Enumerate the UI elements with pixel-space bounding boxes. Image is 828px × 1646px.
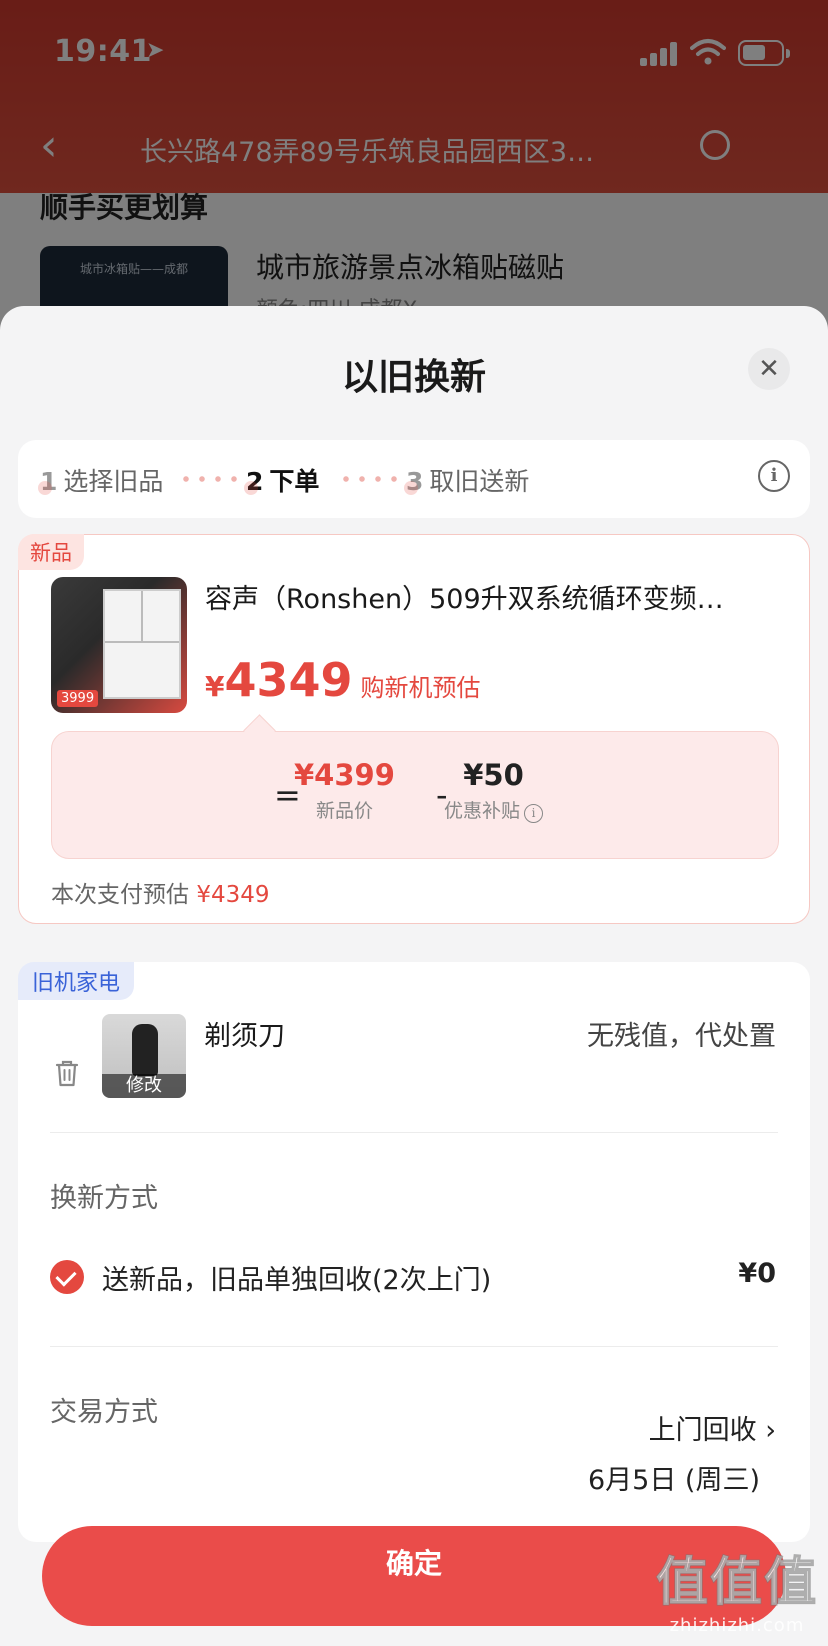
new-product-tag: 新品 (18, 534, 84, 570)
old-appliance-image[interactable]: 修改 (102, 1014, 186, 1098)
watermark: 值值值 zhizhizhi.com (655, 1540, 818, 1636)
new-product-card: 新品 3999 容声（Ronshen）509升双系统循环变频… ¥4349 购新机… (18, 534, 810, 924)
price-label: 购新机预估 (360, 674, 481, 702)
subsidy-value: ¥50 (463, 758, 524, 792)
step-3: 3 取旧送新 (406, 467, 530, 496)
new-product-price: ¥4349 购新机预估 (205, 653, 481, 707)
info-icon[interactable]: i (758, 460, 790, 492)
old-appliance-value: 无残值，代处置 (587, 1021, 776, 1052)
edit-button[interactable]: 修改 (102, 1074, 186, 1098)
currency-symbol: ¥ (205, 670, 225, 703)
old-appliance-card: 旧机家电 修改 剃须刀 无残值，代处置 换新方式 送新品，旧品单独回收(2次上门… (18, 962, 810, 1542)
old-appliance-tag: 旧机家电 (18, 962, 135, 1000)
step-indicator: 1 选择旧品 2 下单 3 取旧送新 i (18, 440, 810, 518)
step-dots (338, 476, 402, 482)
exchange-option[interactable]: 送新品，旧品单独回收(2次上门) (102, 1258, 491, 1297)
new-price-item: ¥4399 新品价 (294, 758, 395, 823)
trade-date[interactable]: 6月5日 (周三) (588, 1458, 760, 1497)
step-1: 1 选择旧品 (40, 467, 164, 496)
trash-icon[interactable] (54, 1058, 80, 1088)
divider (50, 1346, 778, 1347)
divider (50, 1132, 778, 1133)
trade-method-selector[interactable]: 上门回收 › (649, 1408, 776, 1447)
old-appliance-name: 剃须刀 (204, 1021, 285, 1052)
payment-estimate-amount: ¥4349 (196, 882, 270, 908)
subsidy-item: ¥50 优惠补贴 i (444, 758, 544, 823)
payment-estimate-label: 本次支付预估 (51, 882, 189, 908)
price-breakdown: = ¥4399 新品价 - ¥50 优惠补贴 i (51, 731, 779, 859)
image-price-tag: 3999 (57, 690, 99, 707)
new-product-image[interactable]: 3999 (51, 577, 187, 713)
fridge-image (103, 589, 181, 699)
subsidy-label-row[interactable]: 优惠补贴 i (444, 796, 544, 823)
step-label: 取旧送新 (429, 467, 530, 496)
sheet-title: 以旧换新 (341, 357, 486, 398)
step-2: 2 下单 (246, 467, 320, 496)
exchange-method-label: 换新方式 (50, 1183, 158, 1214)
new-product-name[interactable]: 容声（Ronshen）509升双系统循环变频… (205, 577, 785, 616)
step-dots (178, 476, 242, 482)
step-label: 选择旧品 (63, 467, 164, 496)
watermark-logo: 值值值 (655, 1552, 818, 1614)
subsidy-label: 优惠补贴 (444, 800, 521, 822)
check-icon[interactable] (50, 1260, 84, 1294)
watermark-url: zhizhizhi.com (669, 1615, 805, 1636)
price-value: 4349 (224, 653, 353, 707)
trade-in-sheet: 以旧换新 ✕ 1 选择旧品 2 下单 3 取旧送新 i 新品 3999 容声（Rons… (0, 306, 828, 1646)
step-label: 下单 (269, 467, 320, 496)
shaver-image (132, 1024, 158, 1076)
payment-estimate: 本次支付预估 ¥4349 (51, 875, 269, 909)
trade-method-label: 交易方式 (50, 1397, 158, 1428)
close-icon[interactable]: ✕ (748, 348, 790, 390)
new-price-label: 新品价 (315, 800, 373, 822)
new-price-value: ¥4399 (294, 758, 395, 792)
exchange-option-price: ¥0 (738, 1258, 776, 1289)
info-icon[interactable]: i (524, 804, 544, 823)
